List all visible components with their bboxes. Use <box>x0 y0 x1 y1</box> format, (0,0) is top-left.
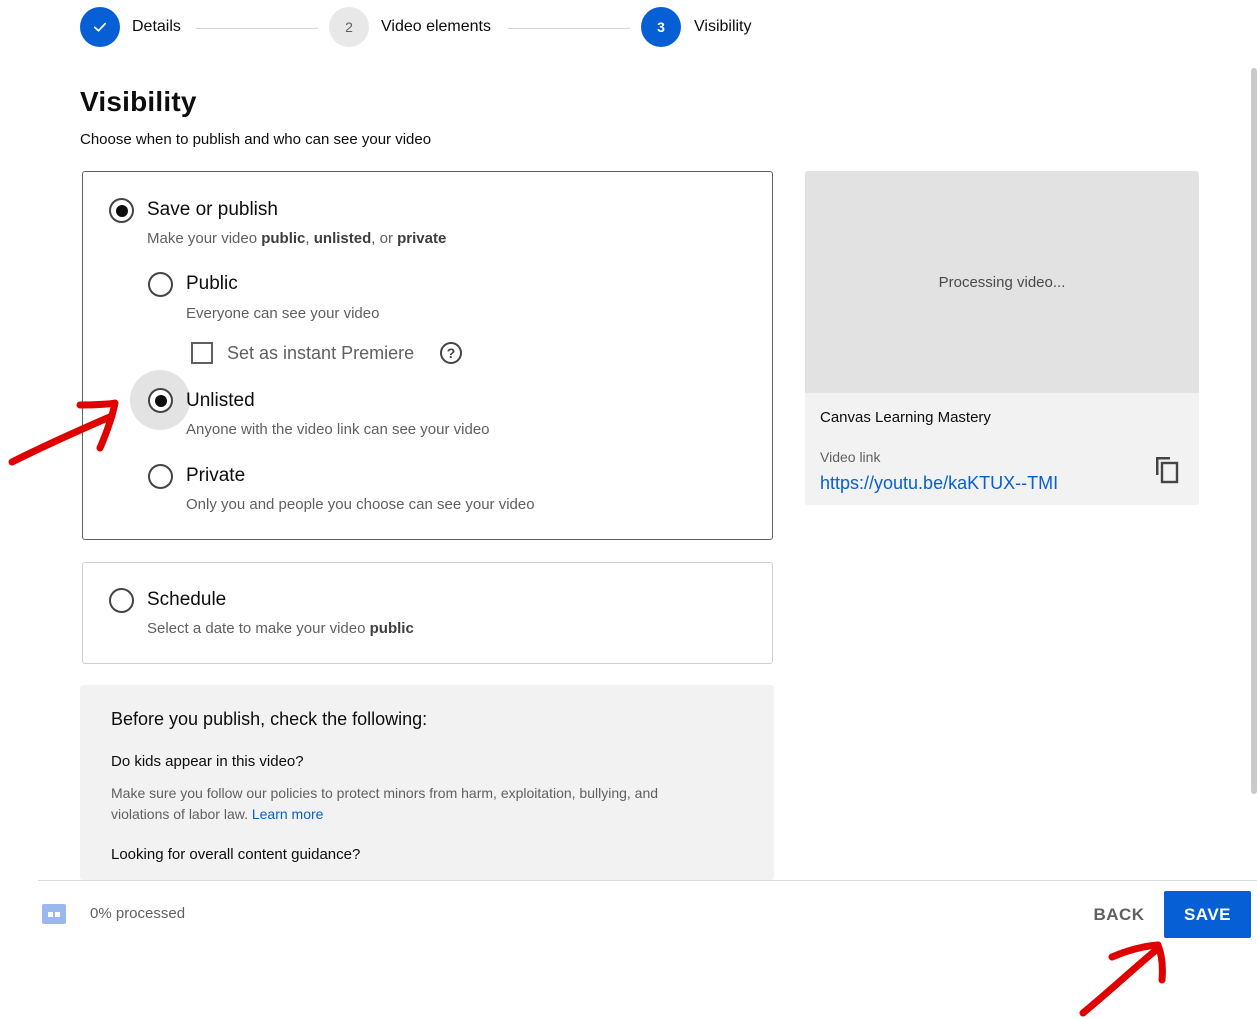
processing-status: Processing video... <box>938 273 1066 291</box>
step-details-label[interactable]: Details <box>132 18 181 36</box>
step-divider <box>508 28 630 29</box>
check-icon <box>93 22 107 32</box>
step-video-elements-number[interactable]: 2 <box>329 7 369 47</box>
step-video-elements-label[interactable]: Video elements <box>381 18 491 36</box>
public-option-desc: Everyone can see your video <box>186 305 380 322</box>
checklist-question-kids: Do kids appear in this video? <box>111 753 304 770</box>
video-title: Canvas Learning Mastery <box>820 409 991 426</box>
video-preview-panel: Processing video... Canvas Learning Mast… <box>805 171 1199 505</box>
instant-premiere-label[interactable]: Set as instant Premiere <box>227 343 414 364</box>
save-or-publish-desc: Make your video public, unlisted, or pri… <box>147 230 447 247</box>
checklist-title: Before you publish, check the following: <box>111 709 428 729</box>
pre-publish-checklist: Before you publish, check the following:… <box>80 685 774 880</box>
step-details-check-icon[interactable] <box>80 7 120 47</box>
save-button[interactable]: SAVE <box>1164 891 1251 938</box>
public-radio[interactable] <box>148 272 173 297</box>
private-radio[interactable] <box>148 464 173 489</box>
schedule-title: Schedule <box>147 589 227 610</box>
footer-divider <box>38 880 1257 881</box>
checklist-question-guidance: Looking for overall content guidance? <box>111 846 361 863</box>
unlisted-option-desc: Anyone with the video link can see your … <box>186 421 490 438</box>
instant-premiere-checkbox[interactable] <box>191 342 213 364</box>
schedule-radio[interactable] <box>109 588 134 613</box>
video-link[interactable]: https://youtu.be/kaKTUX--TMI <box>820 473 1058 494</box>
save-or-publish-card[interactable]: Save or publish Make your video public, … <box>82 171 773 540</box>
stepper: Details 2 Video elements 3 Visibility <box>0 0 1257 56</box>
save-or-publish-radio[interactable] <box>109 198 134 223</box>
private-option-title[interactable]: Private <box>186 465 245 487</box>
video-thumbnail[interactable]: Processing video... <box>805 171 1199 393</box>
step-visibility-label[interactable]: Visibility <box>694 18 752 36</box>
unlisted-option-title[interactable]: Unlisted <box>186 390 255 412</box>
scrollbar[interactable] <box>1251 68 1257 794</box>
save-or-publish-title: Save or publish <box>147 199 278 220</box>
step-divider <box>196 28 318 29</box>
private-option-desc: Only you and people you choose can see y… <box>186 496 535 513</box>
step-visibility-number[interactable]: 3 <box>641 7 681 47</box>
back-button[interactable]: BACK <box>1082 892 1156 938</box>
public-option-title[interactable]: Public <box>186 273 238 295</box>
schedule-card[interactable]: Schedule Select a date to make your vide… <box>82 562 773 664</box>
annotation-arrow-save <box>1079 941 1166 1017</box>
page-title: Visibility <box>80 86 197 117</box>
video-link-label: Video link <box>820 449 881 465</box>
copy-icon[interactable] <box>1153 454 1181 486</box>
processing-progress-text: 0% processed <box>90 905 186 922</box>
learn-more-link[interactable]: Learn more <box>252 806 324 822</box>
unlisted-radio[interactable] <box>148 388 173 413</box>
schedule-desc: Select a date to make your video public <box>147 620 414 637</box>
checklist-kids-text: Make sure you follow our policies to pro… <box>111 785 659 822</box>
processing-icon <box>42 904 66 924</box>
help-icon[interactable]: ? <box>440 342 462 364</box>
page-subtitle: Choose when to publish and who can see y… <box>80 131 432 148</box>
